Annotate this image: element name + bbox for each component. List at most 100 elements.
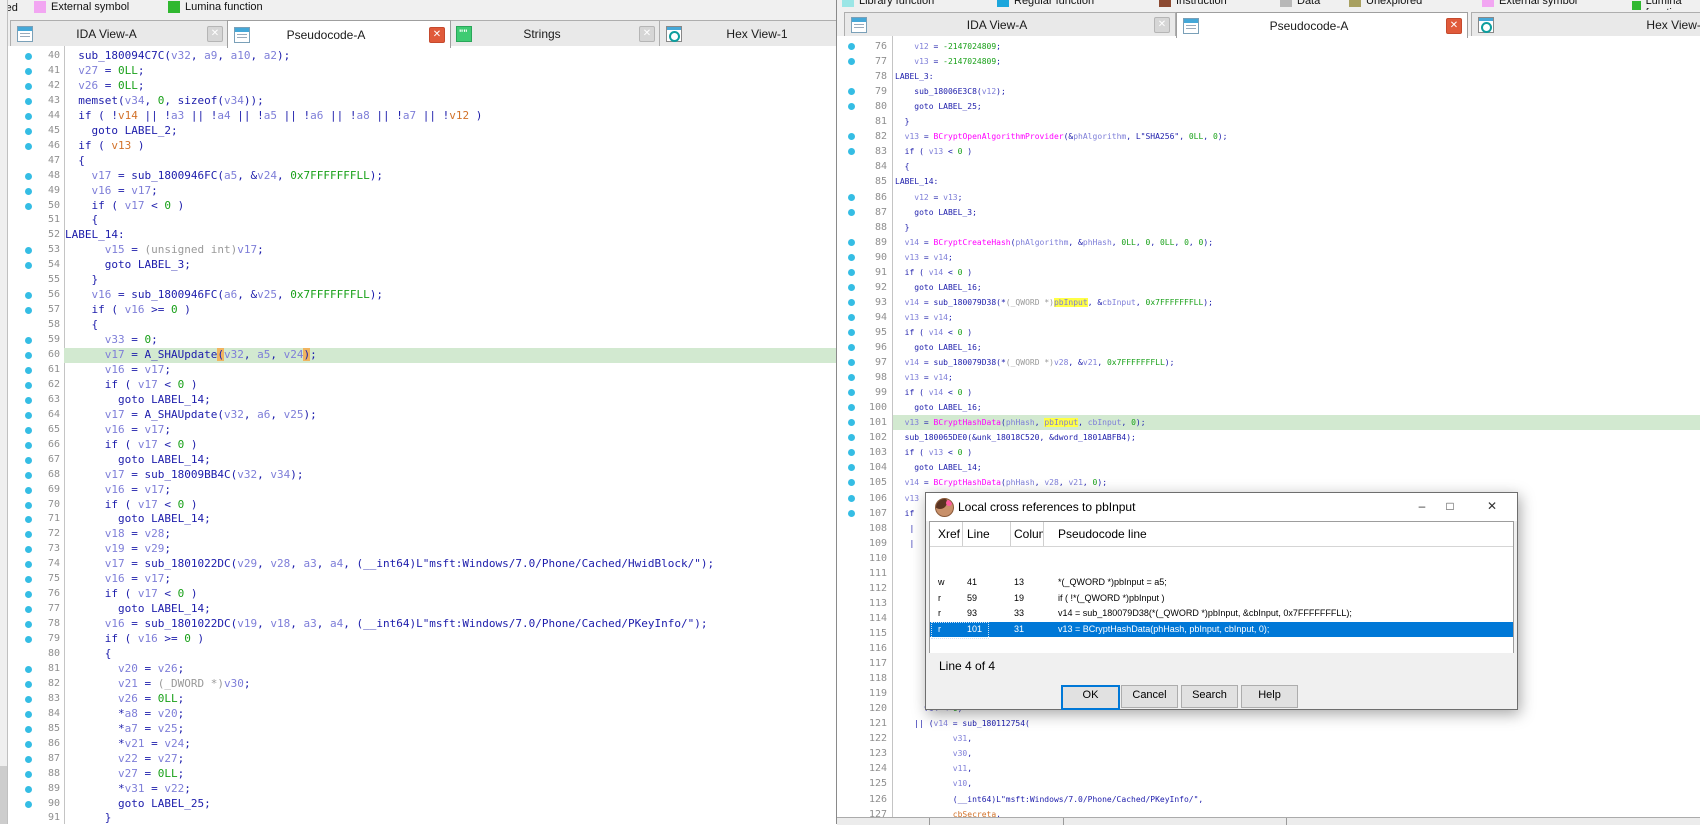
- code-line[interactable]: 93 v14 = sub_180079D38(*(_QWORD *)pbInpu…: [837, 295, 1700, 310]
- breakpoint-dot[interactable]: [848, 359, 855, 366]
- code-line[interactable]: 59 v33 = 0;: [8, 333, 836, 348]
- breakpoint-dot[interactable]: [848, 419, 855, 426]
- code-line[interactable]: 49 v16 = v17;: [8, 184, 836, 199]
- code-line[interactable]: 70 if ( v17 < 0 ): [8, 498, 836, 513]
- code-line[interactable]: 61 v16 = v17;: [8, 363, 836, 378]
- code-line[interactable]: 122 v31,: [837, 731, 1700, 746]
- code-line[interactable]: 81 }: [837, 114, 1700, 129]
- code-line[interactable]: 65 v16 = v17;: [8, 423, 836, 438]
- code-line[interactable]: 105 v14 = BCryptHashData(phHash, v28, v2…: [837, 475, 1700, 490]
- code-line[interactable]: 100 goto LABEL_16;: [837, 400, 1700, 415]
- code-line[interactable]: 125 v10,: [837, 776, 1700, 791]
- breakpoint-dot[interactable]: [848, 314, 855, 321]
- code-line[interactable]: 84 *a8 = v20;: [8, 707, 836, 722]
- breakpoint-dot[interactable]: [848, 299, 855, 306]
- minimize-button[interactable]: –: [1413, 498, 1431, 516]
- code-line[interactable]: 88 v27 = 0LL;: [8, 767, 836, 782]
- code-line[interactable]: 77 goto LABEL_14;: [8, 602, 836, 617]
- code-line[interactable]: 42 v26 = 0LL;: [8, 79, 836, 94]
- xref-row[interactable]: r9333v14 = sub_180079D38(*(_QWORD *)pbIn…: [930, 606, 1513, 622]
- ok-button[interactable]: OK: [1061, 685, 1120, 710]
- code-line[interactable]: 86 *v21 = v24;: [8, 737, 836, 752]
- code-line[interactable]: 88 }: [837, 220, 1700, 235]
- code-line[interactable]: 45 goto LABEL_2;: [8, 124, 836, 139]
- column-header-pseudocode-line[interactable]: Pseudocode line: [1058, 527, 1358, 541]
- code-line[interactable]: 94 v13 = v14;: [837, 310, 1700, 325]
- code-line[interactable]: 69 v16 = v17;: [8, 483, 836, 498]
- breakpoint-dot[interactable]: [848, 449, 855, 456]
- breakpoint-dot[interactable]: [848, 103, 855, 110]
- code-line[interactable]: 82 v21 = (_DWORD *)v30;: [8, 677, 836, 692]
- code-line[interactable]: 103 if ( v13 < 0 ): [837, 445, 1700, 460]
- code-line[interactable]: 63 goto LABEL_14;: [8, 393, 836, 408]
- code-line[interactable]: 76 if ( v17 < 0 ): [8, 587, 836, 602]
- code-line[interactable]: 84 {: [837, 159, 1700, 174]
- code-line[interactable]: 77 v13 = -2147024809;: [837, 54, 1700, 69]
- code-line[interactable]: 85LABEL_14:: [837, 174, 1700, 189]
- code-line[interactable]: 85 *a7 = v25;: [8, 722, 836, 737]
- code-line[interactable]: 43 memset(v34, 0, sizeof(v34));: [8, 94, 836, 109]
- breakpoint-dot[interactable]: [848, 58, 855, 65]
- column-separator[interactable]: [1010, 522, 1011, 546]
- code-line[interactable]: 101 v13 = BCryptHashData(phHash, pbInput…: [837, 415, 1700, 430]
- left-pseudocode-view[interactable]: 40 sub_180094C7C(v32, a9, a10, a2);41 v2…: [8, 46, 836, 824]
- close-button[interactable]: ✕: [1483, 498, 1501, 516]
- breakpoint-dot[interactable]: [848, 43, 855, 50]
- xref-table[interactable]: XrefLineColumnPseudocode line w4113*(_QW…: [929, 521, 1514, 655]
- breakpoint-dot[interactable]: [848, 88, 855, 95]
- code-line[interactable]: 41 v27 = 0LL;: [8, 64, 836, 79]
- code-line[interactable]: 46 if ( v13 ): [8, 139, 836, 154]
- code-line[interactable]: 52LABEL_14:: [8, 228, 836, 243]
- tab-pseudocode-a[interactable]: Pseudocode-A✕: [227, 20, 451, 48]
- breakpoint-dot[interactable]: [848, 374, 855, 381]
- breakpoint-dot[interactable]: [848, 464, 855, 471]
- code-line[interactable]: 55 }: [8, 273, 836, 288]
- cancel-button[interactable]: Cancel: [1121, 685, 1178, 708]
- code-line[interactable]: 104 goto LABEL_14;: [837, 460, 1700, 475]
- code-line[interactable]: 66 if ( v17 < 0 ): [8, 438, 836, 453]
- help-button[interactable]: Help: [1241, 685, 1298, 708]
- tab-ida-view-a[interactable]: IDA View-A✕: [844, 12, 1176, 36]
- breakpoint-dot[interactable]: [848, 239, 855, 246]
- tab-close-icon[interactable]: ✕: [1446, 18, 1462, 34]
- code-line[interactable]: 68 v17 = sub_18009BB4C(v32, v34);: [8, 468, 836, 483]
- code-line[interactable]: 72 v18 = v28;: [8, 527, 836, 542]
- code-line[interactable]: 96 goto LABEL_16;: [837, 340, 1700, 355]
- breakpoint-dot[interactable]: [848, 495, 855, 502]
- breakpoint-dot[interactable]: [848, 194, 855, 201]
- xref-row[interactable]: r5919if ( !*(_QWORD *)pbInput ): [930, 591, 1513, 607]
- code-line[interactable]: 50 if ( v17 < 0 ): [8, 199, 836, 214]
- code-line[interactable]: 79 sub_18006E3C8(v12);: [837, 84, 1700, 99]
- breakpoint-dot[interactable]: [848, 148, 855, 155]
- code-line[interactable]: 91 if ( v14 < 0 ): [837, 265, 1700, 280]
- code-line[interactable]: 123 v30,: [837, 746, 1700, 761]
- maximize-button[interactable]: □: [1441, 498, 1459, 516]
- code-line[interactable]: 97 v14 = sub_180079D38(*(_QWORD *)v28, &…: [837, 355, 1700, 370]
- code-line[interactable]: 124 v11,: [837, 761, 1700, 776]
- column-header-xref[interactable]: Xref: [938, 527, 962, 541]
- tab-close-icon[interactable]: ✕: [429, 27, 445, 43]
- tab-strings[interactable]: Strings✕: [449, 20, 661, 46]
- code-line[interactable]: 58 {: [8, 318, 836, 333]
- code-line[interactable]: 80 {: [8, 647, 836, 662]
- code-line[interactable]: 54 goto LABEL_3;: [8, 258, 836, 273]
- code-line[interactable]: 74 v17 = sub_1801022DC(v29, v28, a3, a4,…: [8, 557, 836, 572]
- tab-hex-view-1[interactable]: Hex View-1: [1471, 12, 1700, 36]
- code-line[interactable]: 40 sub_180094C7C(v32, a9, a10, a2);: [8, 49, 836, 64]
- code-line[interactable]: 102 sub_180065DE0(&unk_18018C520, &dword…: [837, 430, 1700, 445]
- tab-close-icon[interactable]: ✕: [639, 26, 655, 42]
- breakpoint-dot[interactable]: [848, 254, 855, 261]
- left-scrollbar-thumb[interactable]: [0, 766, 7, 824]
- code-line[interactable]: 56 v16 = sub_1800946FC(a6, &v25, 0x7FFFF…: [8, 288, 836, 303]
- code-line[interactable]: 44 if ( !v14 || !a3 || !a4 || !a5 || !a6…: [8, 109, 836, 124]
- breakpoint-dot[interactable]: [848, 269, 855, 276]
- xref-row[interactable]: r10131v13 = BCryptHashData(phHash, pbInp…: [930, 622, 1513, 638]
- code-line[interactable]: 60 v17 = A_SHAUpdate(v32, a5, v24);: [8, 348, 836, 363]
- code-line[interactable]: 67 goto LABEL_14;: [8, 453, 836, 468]
- breakpoint-dot[interactable]: [848, 434, 855, 441]
- code-line[interactable]: 95 if ( v14 < 0 ): [837, 325, 1700, 340]
- code-line[interactable]: 62 if ( v17 < 0 ): [8, 378, 836, 393]
- breakpoint-dot[interactable]: [848, 389, 855, 396]
- code-line[interactable]: 87 v22 = v27;: [8, 752, 836, 767]
- code-line[interactable]: 87 goto LABEL_3;: [837, 205, 1700, 220]
